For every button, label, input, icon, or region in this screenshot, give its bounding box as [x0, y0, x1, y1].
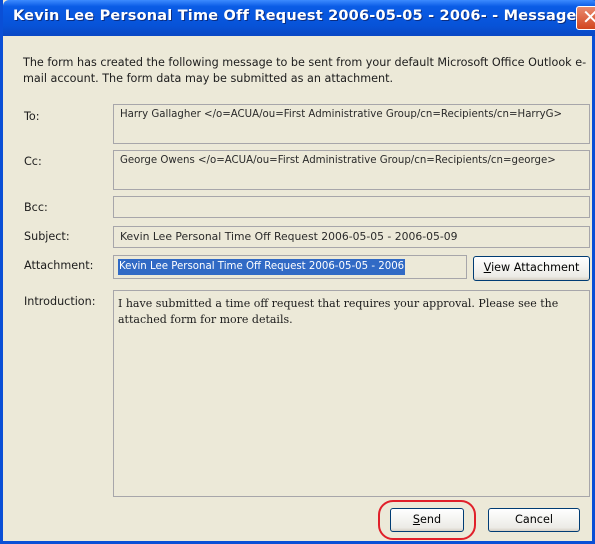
view-attachment-label: iew Attachment	[491, 261, 580, 274]
introduction-textarea[interactable]: I have submitted a time off request that…	[113, 290, 590, 497]
subject-field[interactable]: Kevin Lee Personal Time Off Request 2006…	[113, 226, 590, 248]
to-label: To:	[24, 110, 40, 123]
subject-label: Subject:	[24, 230, 70, 243]
attachment-label: Attachment:	[24, 259, 94, 272]
attachment-name: Kevin Lee Personal Time Off Request 2006…	[118, 259, 406, 275]
bcc-label: Bcc:	[24, 201, 48, 214]
send-highlight-annotation	[378, 500, 476, 540]
attachment-field[interactable]: Kevin Lee Personal Time Off Request 2006…	[113, 255, 467, 279]
view-attachment-button[interactable]: View Attachment	[473, 256, 590, 281]
close-button[interactable]: ✕	[576, 5, 595, 30]
close-icon: ✕	[582, 5, 595, 29]
cc-field[interactable]: George Owens </o=ACUA/ou=First Administr…	[113, 150, 590, 190]
message-dialog: Kevin Lee Personal Time Off Request 2006…	[0, 0, 595, 544]
cc-label: Cc:	[24, 155, 42, 168]
view-attachment-hotkey: V	[483, 261, 492, 274]
to-field[interactable]: Harry Gallagher </o=ACUA/ou=First Admini…	[113, 104, 590, 144]
title-bar[interactable]: Kevin Lee Personal Time Off Request 2006…	[3, 0, 595, 36]
bcc-field[interactable]	[113, 196, 590, 218]
window-title: Kevin Lee Personal Time Off Request 2006…	[13, 8, 577, 24]
cancel-button[interactable]: Cancel	[488, 508, 580, 532]
introduction-label: Introduction:	[24, 295, 96, 308]
description-text: The form has created the following messa…	[23, 56, 587, 85]
